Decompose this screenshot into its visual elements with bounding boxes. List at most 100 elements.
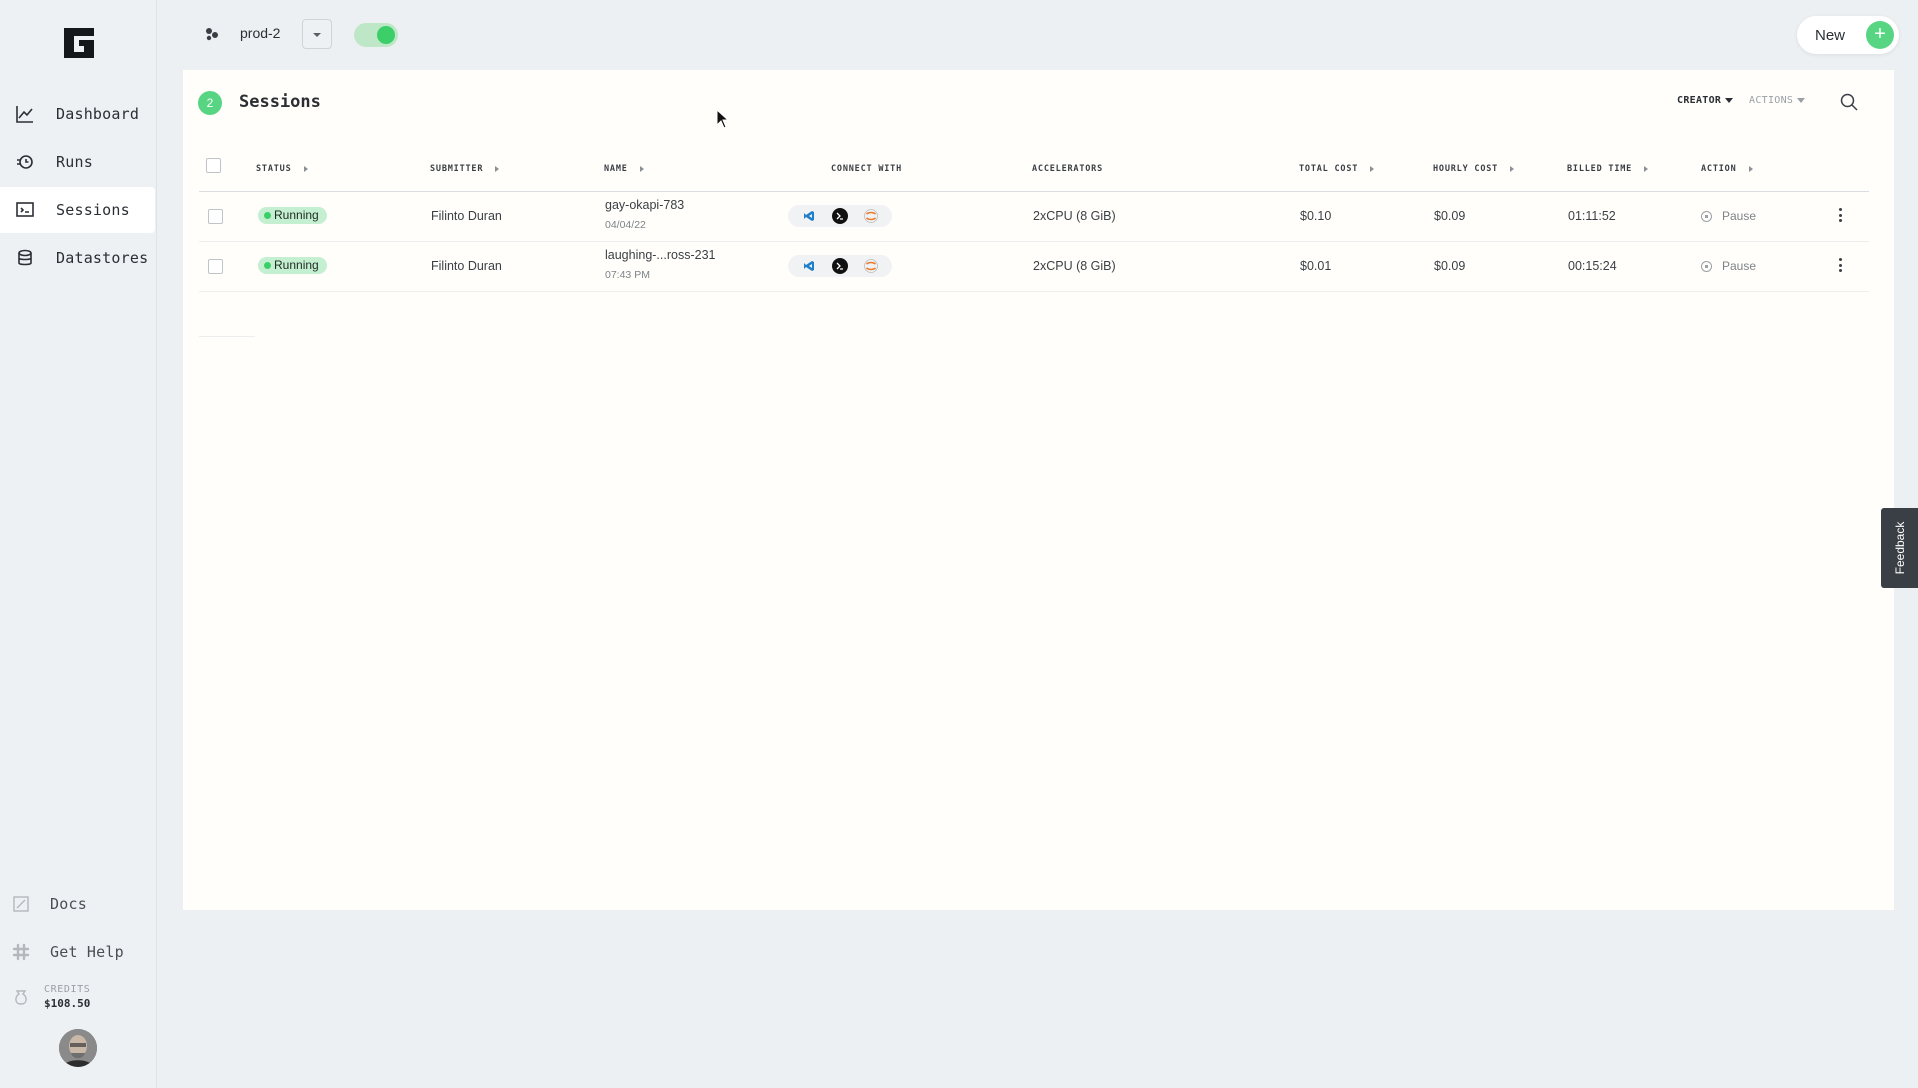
vscode-icon[interactable] [801, 258, 817, 274]
sidebar-item-dashboard[interactable]: Dashboard [0, 91, 155, 137]
hourly-cost-cell: $0.09 [1434, 209, 1466, 223]
search-icon[interactable] [1838, 91, 1860, 113]
column-header-accelerators: ACCELERATORS [1032, 164, 1104, 174]
project-name: prod-2 [240, 25, 281, 41]
jupyter-icon[interactable] [863, 258, 879, 274]
jupyter-icon[interactable] [863, 208, 879, 224]
app-logo[interactable] [60, 24, 98, 60]
credits: CREDITS $108.50 [12, 984, 90, 1010]
docs-icon [12, 895, 30, 913]
status-badge: Running [258, 207, 327, 224]
actions-label: ACTIONS [1749, 95, 1794, 106]
pause-icon [1701, 260, 1712, 272]
column-header-hourly-cost[interactable]: HOURLY COST [1433, 164, 1515, 174]
select-all-checkbox[interactable] [206, 158, 221, 173]
sessions-icon [16, 201, 34, 219]
sort-icon [495, 166, 500, 172]
credits-label: CREDITS [44, 984, 91, 995]
hourly-cost-cell: $0.09 [1434, 259, 1466, 273]
pause-label: Pause [1722, 209, 1757, 223]
database-icon [16, 249, 34, 267]
column-header-total-cost[interactable]: TOTAL COST [1299, 164, 1375, 174]
row-checkbox[interactable] [208, 209, 223, 224]
terminal-icon[interactable] [831, 258, 848, 274]
more-options-icon[interactable] [1835, 256, 1845, 274]
column-header-status[interactable]: STATUS [256, 164, 308, 174]
sessions-table: STATUS SUBMITTER NAME CONNECT WITH ACCEL… [199, 150, 1869, 292]
sort-icon [1370, 166, 1375, 172]
pause-button[interactable]: Pause [1701, 259, 1756, 273]
terminal-icon[interactable] [831, 208, 848, 224]
table-header: STATUS SUBMITTER NAME CONNECT WITH ACCEL… [199, 150, 1869, 192]
sidebar-item-docs[interactable]: Docs [0, 880, 155, 928]
sessions-count-badge: 2 [198, 91, 222, 115]
page-title: Sessions [239, 92, 321, 112]
caret-down-icon [1797, 98, 1806, 103]
column-header-action[interactable]: ACTION [1701, 164, 1753, 174]
mouse-cursor-icon [716, 108, 730, 134]
session-date: 07:43 PM [605, 269, 650, 281]
submitter-cell: Filinto Duran [431, 209, 502, 223]
connect-with-group [788, 205, 892, 227]
column-header-connect-with: CONNECT WITH [831, 164, 903, 174]
sort-icon [639, 166, 644, 172]
sort-icon [303, 166, 308, 172]
creator-filter-label: CREATOR [1677, 95, 1722, 106]
feedback-tab[interactable]: Feedback [1881, 508, 1918, 588]
sidebar-item-label: Get Help [50, 943, 124, 961]
coin-icon [12, 988, 30, 1006]
table-row[interactable]: Running Filinto Duran gay-okapi-783 04/0… [199, 192, 1869, 242]
sidebar: Dashboard Runs Sessions Datastores Docs … [0, 0, 157, 1088]
sidebar-item-get-help[interactable]: Get Help [0, 928, 155, 976]
project-toggle[interactable] [354, 23, 398, 47]
chevron-down-icon [312, 25, 322, 43]
pause-icon [1701, 210, 1712, 222]
new-button[interactable]: New + [1797, 16, 1899, 54]
toggle-knob [377, 26, 395, 44]
sidebar-item-label: Datastores [56, 249, 149, 267]
table-footer-divider [199, 336, 255, 337]
column-header-name[interactable]: NAME [604, 164, 644, 174]
billed-time-cell: 01:11:52 [1568, 209, 1616, 223]
sort-icon [1748, 166, 1753, 172]
sidebar-item-label: Runs [56, 153, 93, 171]
sidebar-nav: Dashboard Runs Sessions Datastores [0, 91, 155, 283]
caret-down-icon [1725, 98, 1734, 103]
session-date: 04/04/22 [605, 219, 646, 231]
connect-with-group [788, 255, 892, 277]
credits-value: $108.50 [44, 997, 91, 1010]
vscode-icon[interactable] [801, 208, 817, 224]
column-header-billed-time[interactable]: BILLED TIME [1567, 164, 1649, 174]
chart-line-icon [16, 105, 34, 123]
sessions-panel: 2 Sessions CREATOR ACTIONS STATUS SUBMIT… [183, 70, 1894, 910]
slack-icon [12, 943, 30, 961]
sort-icon [1510, 166, 1515, 172]
accelerators-cell: 2xCPU (8 GiB) [1033, 259, 1116, 273]
pause-button[interactable]: Pause [1701, 209, 1756, 223]
creator-filter-dropdown[interactable]: CREATOR [1677, 95, 1734, 106]
accelerators-cell: 2xCPU (8 GiB) [1033, 209, 1116, 223]
runs-icon [16, 153, 34, 171]
row-checkbox[interactable] [208, 259, 223, 274]
session-name-link[interactable]: gay-okapi-783 [605, 198, 684, 212]
sidebar-item-datastores[interactable]: Datastores [0, 235, 155, 281]
sidebar-bottom: Docs Get Help [0, 880, 155, 976]
feedback-label: Feedback [1892, 521, 1907, 575]
project-dropdown-button[interactable] [302, 19, 332, 49]
sidebar-item-label: Sessions [56, 201, 130, 219]
avatar[interactable] [59, 1029, 97, 1067]
table-row[interactable]: Running Filinto Duran laughing-...ross-2… [199, 242, 1869, 292]
sidebar-item-sessions[interactable]: Sessions [0, 187, 155, 233]
sidebar-item-label: Dashboard [56, 105, 140, 123]
new-button-label: New [1815, 26, 1846, 44]
sidebar-item-runs[interactable]: Runs [0, 139, 155, 185]
total-cost-cell: $0.10 [1300, 209, 1332, 223]
more-options-icon[interactable] [1835, 206, 1845, 224]
top-bar: prod-2 New + [157, 0, 1918, 70]
actions-dropdown[interactable]: ACTIONS [1749, 95, 1806, 106]
total-cost-cell: $0.01 [1300, 259, 1332, 273]
column-header-submitter[interactable]: SUBMITTER [430, 164, 500, 174]
session-name-link[interactable]: laughing-...ross-231 [605, 248, 715, 262]
submitter-cell: Filinto Duran [431, 259, 502, 273]
billed-time-cell: 00:15:24 [1568, 259, 1617, 273]
